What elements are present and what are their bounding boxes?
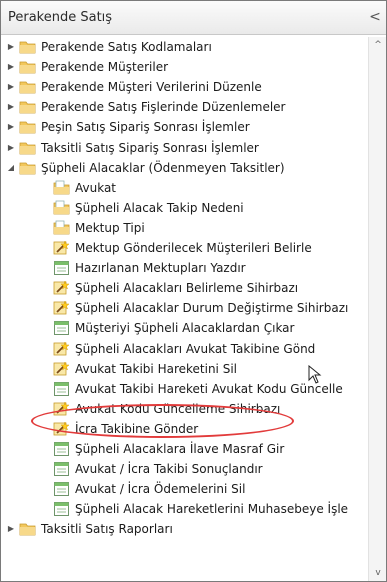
tree-item[interactable]: Şüpheli Alacak Hareketlerini Muhasebeye … (1, 499, 367, 519)
folder-icon (19, 140, 36, 156)
tree-item-label: Avukat / İcra Ödemelerini Sil (75, 482, 246, 497)
report-icon (53, 501, 70, 517)
tree-item[interactable]: Şüpheli Alacak Takip Nedeni (1, 198, 367, 218)
tree-item-label: Şüpheli Alacaklara İlave Masraf Gir (75, 442, 285, 456)
scroll-down-icon[interactable]: v (369, 565, 387, 581)
report-icon (53, 260, 70, 276)
panel-header: Perakende Satış < (1, 1, 386, 35)
folder-icon (19, 59, 36, 75)
form-folder-icon (53, 180, 70, 196)
side-panel: Perakende Satış < ▶ Perakende Satış Kodla… (0, 0, 387, 582)
tree-item[interactable]: ◢ Şüpheli Alacaklar (Ödenmeyen Taksitler) (1, 158, 367, 178)
folder-icon (19, 119, 36, 135)
tree-item[interactable]: Avukat (1, 178, 367, 198)
tree-item-label: Taksitli Satış Sipariş Sonrası İşlemler (41, 140, 259, 155)
panel-title: Perakende Satış (8, 10, 113, 25)
tree-item[interactable]: ▶ Perakende Müşteri Verilerini Düzenle (1, 77, 367, 97)
tree-expand-arrow-icon[interactable]: ▶ (6, 57, 16, 77)
tree-item[interactable]: ▶ Perakende Satış Fişlerinde Düzenlemeler (1, 97, 367, 117)
folder-icon (19, 39, 36, 55)
tree-item[interactable]: Avukat Kodu Güncelleme Sihirbazı (1, 399, 367, 419)
report-icon (53, 381, 70, 397)
report-icon (53, 320, 70, 336)
tree-item[interactable]: Mektup Tipi (1, 218, 367, 238)
tree-item-label: Şüpheli Alacakları Belirleme Sihirbazı (75, 281, 299, 296)
wizard-icon (53, 401, 70, 417)
mouse-cursor-icon (308, 365, 322, 384)
tree-item-label: Perakende Müşteri Verilerini Düzenle (41, 80, 262, 95)
tree-item[interactable]: Müşteriyi Şüpheli Alacaklardan Çıkar (1, 318, 367, 338)
report-icon (53, 461, 70, 477)
wizard-icon (53, 421, 70, 437)
tree-item-label: Perakende Müşteriler (41, 60, 169, 75)
tree-expand-arrow-icon[interactable]: ▶ (6, 117, 16, 137)
tree-item[interactable]: ▶ Taksitli Satış Raporları (1, 519, 367, 539)
tree-item-label: Mektup Gönderilecek Müşterileri Belirle (75, 241, 312, 255)
tree-expand-arrow-icon[interactable]: ▶ (6, 519, 16, 539)
navigation-tree: ▶ Perakende Satış Kodlamaları ▶ Perakende M… (1, 37, 367, 581)
wizard-icon (53, 360, 70, 377)
tree-item-label: Avukat Takibi Hareketini Sil (75, 361, 237, 376)
report-icon (53, 441, 70, 457)
tree-item[interactable]: ▶ Perakende Satış Kodlamaları (1, 37, 367, 57)
tree-item-label: İcra Takibine Gönder (75, 421, 199, 436)
tree-item-label: Peşin Satış Sipariş Sonrası İşlemler (41, 120, 250, 135)
tree-item[interactable]: Hazırlanan Mektupları Yazdır (1, 258, 367, 278)
tree-item-label: Şüpheli Alacaklar Durum Değiştirme Sihir… (75, 301, 349, 316)
tree-item[interactable]: ▶ Taksitli Satış Sipariş Sonrası İşlemler (1, 138, 367, 158)
tree-expand-arrow-icon[interactable]: ▶ (6, 37, 16, 57)
form-folder-icon (53, 200, 70, 216)
vertical-scrollbar[interactable]: ^ v (368, 37, 386, 581)
tree-item-label: Perakende Satış Kodlamaları (41, 40, 212, 54)
tree-item[interactable]: ▶ Peşin Satış Sipariş Sonrası İşlemler (1, 117, 367, 137)
tree-item-label: Mektup Tipi (75, 220, 145, 235)
wizard-icon (53, 240, 70, 256)
folder-icon (19, 99, 36, 115)
tree-item[interactable]: Şüpheli Alacakları Belirleme Sihirbazı (1, 278, 367, 298)
tree-item-label: Hazırlanan Mektupları Yazdır (75, 261, 246, 276)
tree-collapse-arrow-icon[interactable]: ◢ (6, 158, 16, 178)
folder-icon (19, 79, 36, 95)
tree-item[interactable]: Mektup Gönderilecek Müşterileri Belirle (1, 238, 367, 258)
tree-item-label: Avukat / İcra Takibi Sonuçlandır (75, 462, 263, 477)
report-icon (53, 481, 70, 497)
tree-item-label: Şüpheli Alacaklar (Ödenmeyen Taksitler) (41, 160, 285, 175)
tree-item-label: Şüpheli Alacak Takip Nedeni (75, 200, 244, 215)
tree-item-label: Şüpheli Alacak Hareketlerini Muhasebeye … (75, 502, 349, 517)
tree-item-label: Müşteriyi Şüpheli Alacaklardan Çıkar (75, 321, 295, 336)
form-folder-icon (53, 220, 70, 236)
folder-icon (19, 521, 36, 537)
tree-item-label: Avukat Kodu Güncelleme Sihirbazı (75, 401, 281, 416)
tree-expand-arrow-icon[interactable]: ▶ (6, 97, 16, 117)
wizard-icon (53, 340, 70, 357)
tree-item[interactable]: Şüpheli Alacakları Avukat Takibine Gönd (1, 339, 367, 359)
tree-item-label: Taksitli Satış Raporları (41, 522, 173, 537)
tree-expand-arrow-icon[interactable]: ▶ (6, 138, 16, 158)
wizard-icon (53, 280, 70, 296)
tree-item-label: Perakende Satış Fişlerinde Düzenlemeler (41, 100, 286, 115)
tree-expand-arrow-icon[interactable]: ▶ (6, 77, 16, 97)
collapse-panel-button[interactable]: < (368, 9, 382, 25)
tree-item[interactable]: Avukat / İcra Takibi Sonuçlandır (1, 459, 367, 479)
tree-item-label: Avukat (75, 180, 117, 195)
tree-item[interactable]: Şüpheli Alacaklar Durum Değiştirme Sihir… (1, 298, 367, 318)
tree-item-label: Avukat Takibi Hareketi Avukat Kodu Günce… (75, 381, 343, 396)
wizard-icon (53, 300, 70, 316)
tree-item[interactable]: Avukat / İcra Ödemelerini Sil (1, 479, 367, 499)
tree-item[interactable]: İcra Takibine Gönder (1, 419, 367, 439)
tree-item-label: Şüpheli Alacakları Avukat Takibine Gönd (75, 341, 316, 356)
tree-item[interactable]: Şüpheli Alacaklara İlave Masraf Gir (1, 439, 367, 459)
folder-icon (19, 160, 36, 176)
scroll-up-icon[interactable]: ^ (369, 37, 387, 53)
tree-item[interactable]: ▶ Perakende Müşteriler (1, 57, 367, 77)
